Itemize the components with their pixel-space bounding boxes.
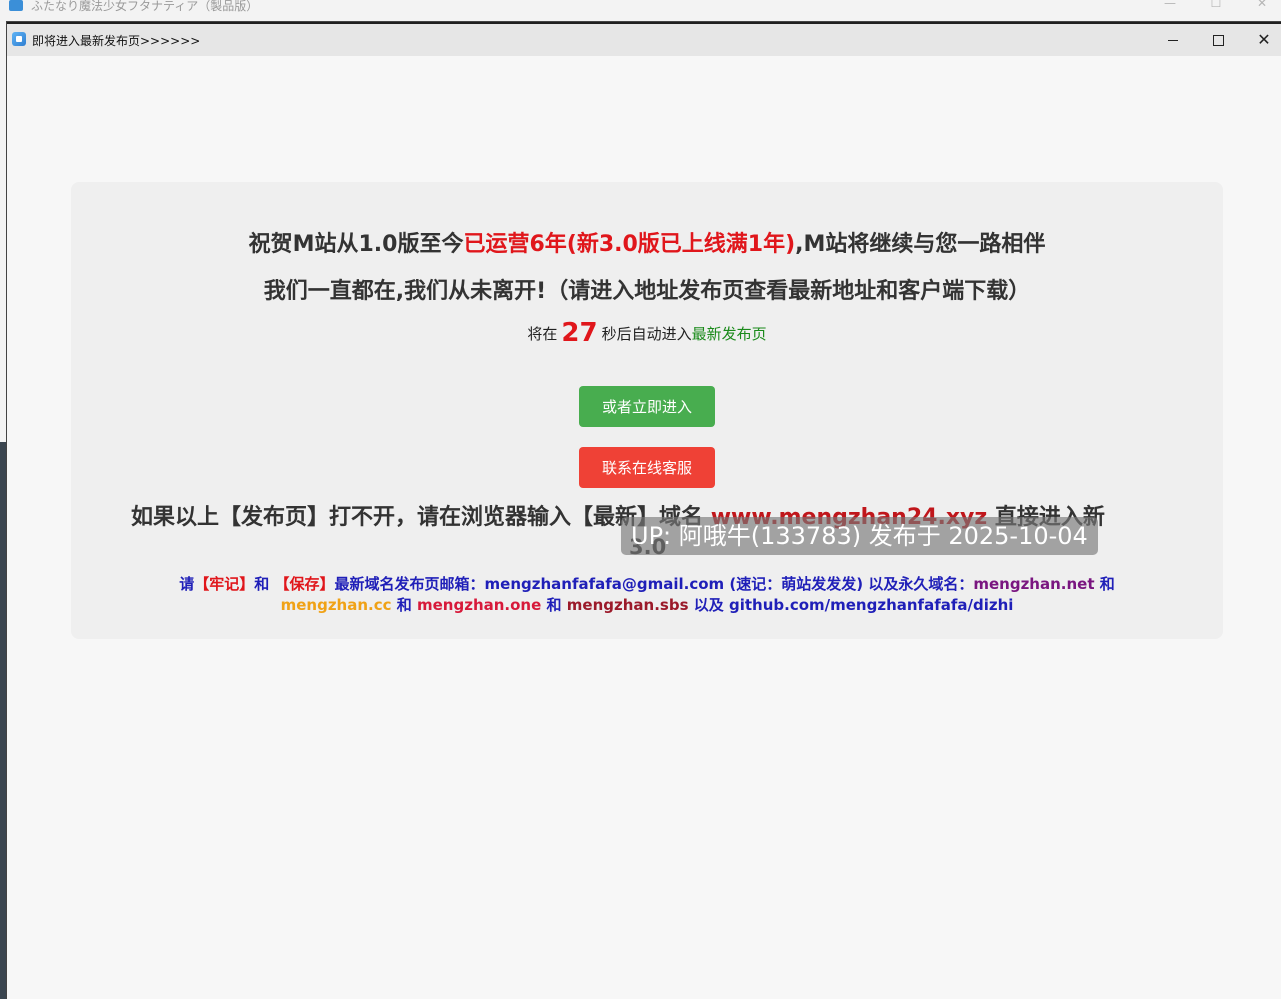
info-remember: 【牢记】	[194, 575, 255, 593]
background-window-titlebar: ふたなり魔法少女フタナティア（製品版） — ☐ ✕	[0, 0, 1281, 23]
uploader-watermark: UP: 阿哦牛(133783) 发布于 2025-10-04	[621, 517, 1098, 555]
headline-text-end: ,M站将继续与您一路相伴	[795, 232, 1046, 257]
info-text: 和	[396, 596, 412, 614]
close-icon: ✕	[1257, 30, 1271, 49]
info-text: 和	[254, 575, 270, 593]
countdown-message: 将在 27 秒后自动进入最新发布页	[71, 318, 1223, 348]
app-icon	[12, 32, 26, 46]
maximize-icon	[1212, 34, 1224, 46]
domain-net-link[interactable]: mengzhan.net	[973, 575, 1094, 593]
headline-text: 祝贺M站从1.0版至今	[248, 232, 464, 257]
background-app-icon	[9, 0, 23, 11]
domain-notice-text: 如果以上【发布页】打不开，请在浏览器输入【最新】域名	[131, 505, 704, 530]
anniversary-headline: 祝贺M站从1.0版至今已运营6年(新3.0版已上线满1年),M站将继续与您一路相…	[71, 226, 1223, 258]
countdown-suffix: 秒后自动进入	[601, 325, 692, 343]
countdown-prefix: 将在	[527, 325, 558, 343]
github-link[interactable]: 以及 github.com/mengzhanfafafa/dizhi	[694, 596, 1014, 614]
info-text: 和	[1099, 575, 1115, 593]
info-email[interactable]: 最新域名发布页邮箱：mengzhanfafafa@gmail.com (速记：萌…	[335, 575, 974, 593]
info-save: 【保存】	[274, 575, 335, 593]
background-window-edge	[0, 22, 7, 999]
subheadline: 我们一直都在,我们从未离开!（请进入地址发布页查看最新地址和客户端下载）	[263, 279, 1031, 304]
background-window-title: ふたなり魔法少女フタナティア（製品版）	[31, 0, 259, 13]
background-close-icon[interactable]: ✕	[1242, 0, 1281, 12]
minimize-button[interactable]	[1150, 24, 1196, 56]
browser-window: 即将进入最新发布页>>>>>> ✕ 祝贺M站从1.0版至今已运营6年(新3.0版…	[7, 22, 1281, 999]
enter-now-button[interactable]: 或者立即进入	[579, 386, 715, 427]
domain-cc-link[interactable]: mengzhan.cc	[281, 596, 392, 614]
domain-sbs-link[interactable]: mengzhan.sbs	[567, 596, 689, 614]
window-title: 即将进入最新发布页>>>>>>	[32, 34, 201, 48]
headline-highlight: 已运营6年(新3.0版已上线满1年)	[463, 232, 796, 257]
contact-info: 请【牢记】和 【保存】最新域名发布页邮箱：mengzhanfafafa@gmai…	[71, 574, 1223, 616]
background-maximize-icon[interactable]: ☐	[1196, 0, 1236, 12]
info-text: 请	[179, 575, 195, 593]
maximize-button[interactable]	[1195, 24, 1241, 56]
contact-support-button[interactable]: 联系在线客服	[579, 447, 715, 488]
close-button[interactable]: ✕	[1241, 24, 1281, 56]
minimize-icon	[1168, 39, 1178, 41]
countdown-seconds: 27	[561, 318, 598, 348]
announcement-card: 祝贺M站从1.0版至今已运营6年(新3.0版已上线满1年),M站将继续与您一路相…	[71, 182, 1223, 639]
info-text: 和	[546, 596, 562, 614]
domain-one-link[interactable]: mengzhan.one	[417, 596, 541, 614]
release-page-link[interactable]: 最新发布页	[692, 325, 767, 343]
window-titlebar[interactable]: 即将进入最新发布页>>>>>> ✕	[7, 22, 1281, 56]
background-minimize-icon[interactable]: —	[1150, 0, 1190, 12]
